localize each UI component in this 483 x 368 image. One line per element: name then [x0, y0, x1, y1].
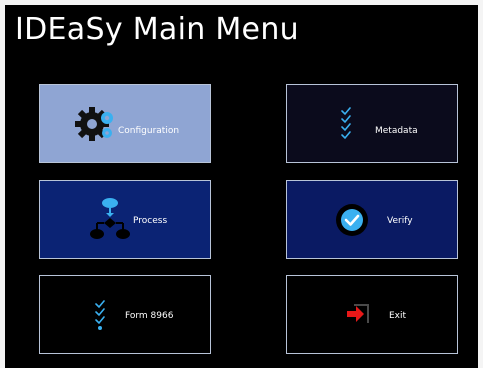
- checklist-icon: [340, 107, 352, 145]
- exit-arrow-icon: [344, 301, 372, 333]
- checklist-icon: [94, 300, 106, 336]
- form-8966-button[interactable]: Form 8966: [39, 275, 211, 354]
- exit-button[interactable]: Exit: [286, 275, 458, 354]
- main-menu-window: IDEaSy Main Menu Configuration Metadata …: [5, 5, 478, 368]
- configuration-label: Configuration: [118, 126, 180, 136]
- page-title: IDEaSy Main Menu: [15, 12, 299, 47]
- metadata-label: Metadata: [375, 126, 418, 136]
- exit-label: Exit: [389, 311, 407, 321]
- verify-label: Verify: [387, 216, 413, 226]
- check-circle-icon: [335, 203, 369, 241]
- form-8966-label: Form 8966: [125, 311, 174, 321]
- process-label: Process: [133, 216, 168, 226]
- gear-icon: [74, 104, 118, 148]
- metadata-button[interactable]: Metadata: [286, 84, 458, 163]
- flowchart-icon: [90, 197, 130, 247]
- verify-button[interactable]: Verify: [286, 180, 458, 259]
- configuration-button[interactable]: Configuration: [39, 84, 211, 163]
- process-button[interactable]: Process: [39, 180, 211, 259]
